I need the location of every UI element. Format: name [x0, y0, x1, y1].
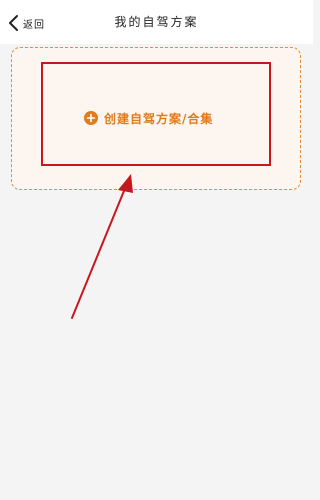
create-plan-label: 创建自驾方案/合集	[104, 111, 214, 126]
navigation-bar: 返回 我的自驾方案	[0, 0, 313, 44]
screen: 返回 我的自驾方案 创建自驾方案/合集	[0, 0, 313, 500]
plus-circle-icon	[84, 111, 98, 125]
page-title: 我的自驾方案	[114, 15, 199, 29]
create-plan-label-row[interactable]: 创建自驾方案/合集	[84, 108, 213, 128]
